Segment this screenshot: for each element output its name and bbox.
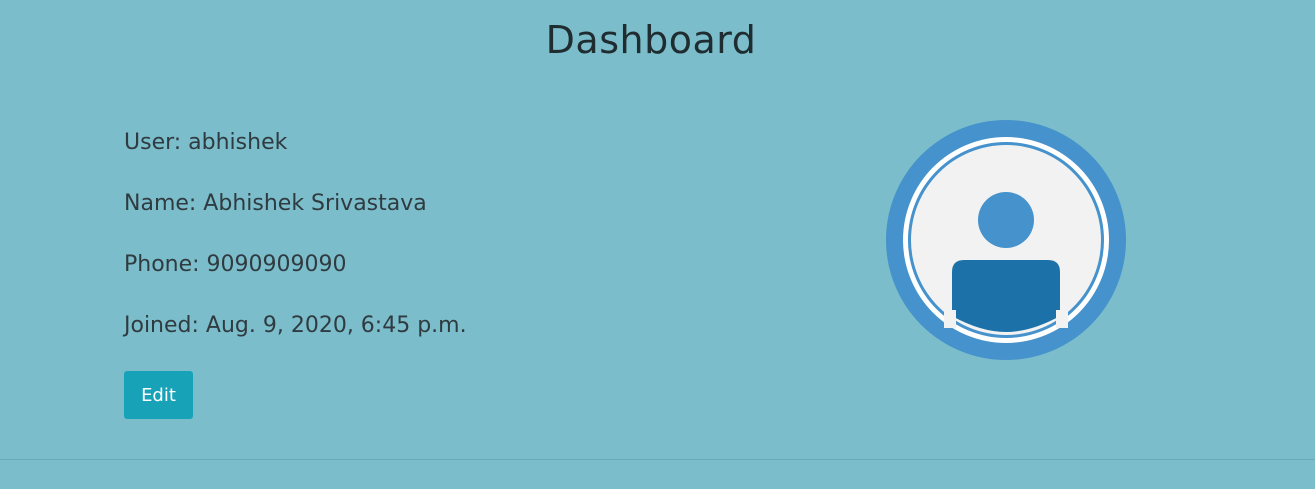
user-avatar-icon [886, 120, 1126, 360]
phone-field: Phone: 9090909090 [124, 252, 347, 277]
edit-button[interactable]: Edit [124, 371, 193, 419]
profile-details: User: abhishek Name: Abhishek Srivastava… [124, 126, 467, 370]
page-title: Dashboard [545, 18, 757, 62]
user-field: User: abhishek [124, 130, 288, 155]
joined-field: Joined: Aug. 9, 2020, 6:45 p.m. [124, 313, 467, 338]
footer-divider [0, 459, 1315, 460]
name-field: Name: Abhishek Srivastava [124, 191, 427, 216]
